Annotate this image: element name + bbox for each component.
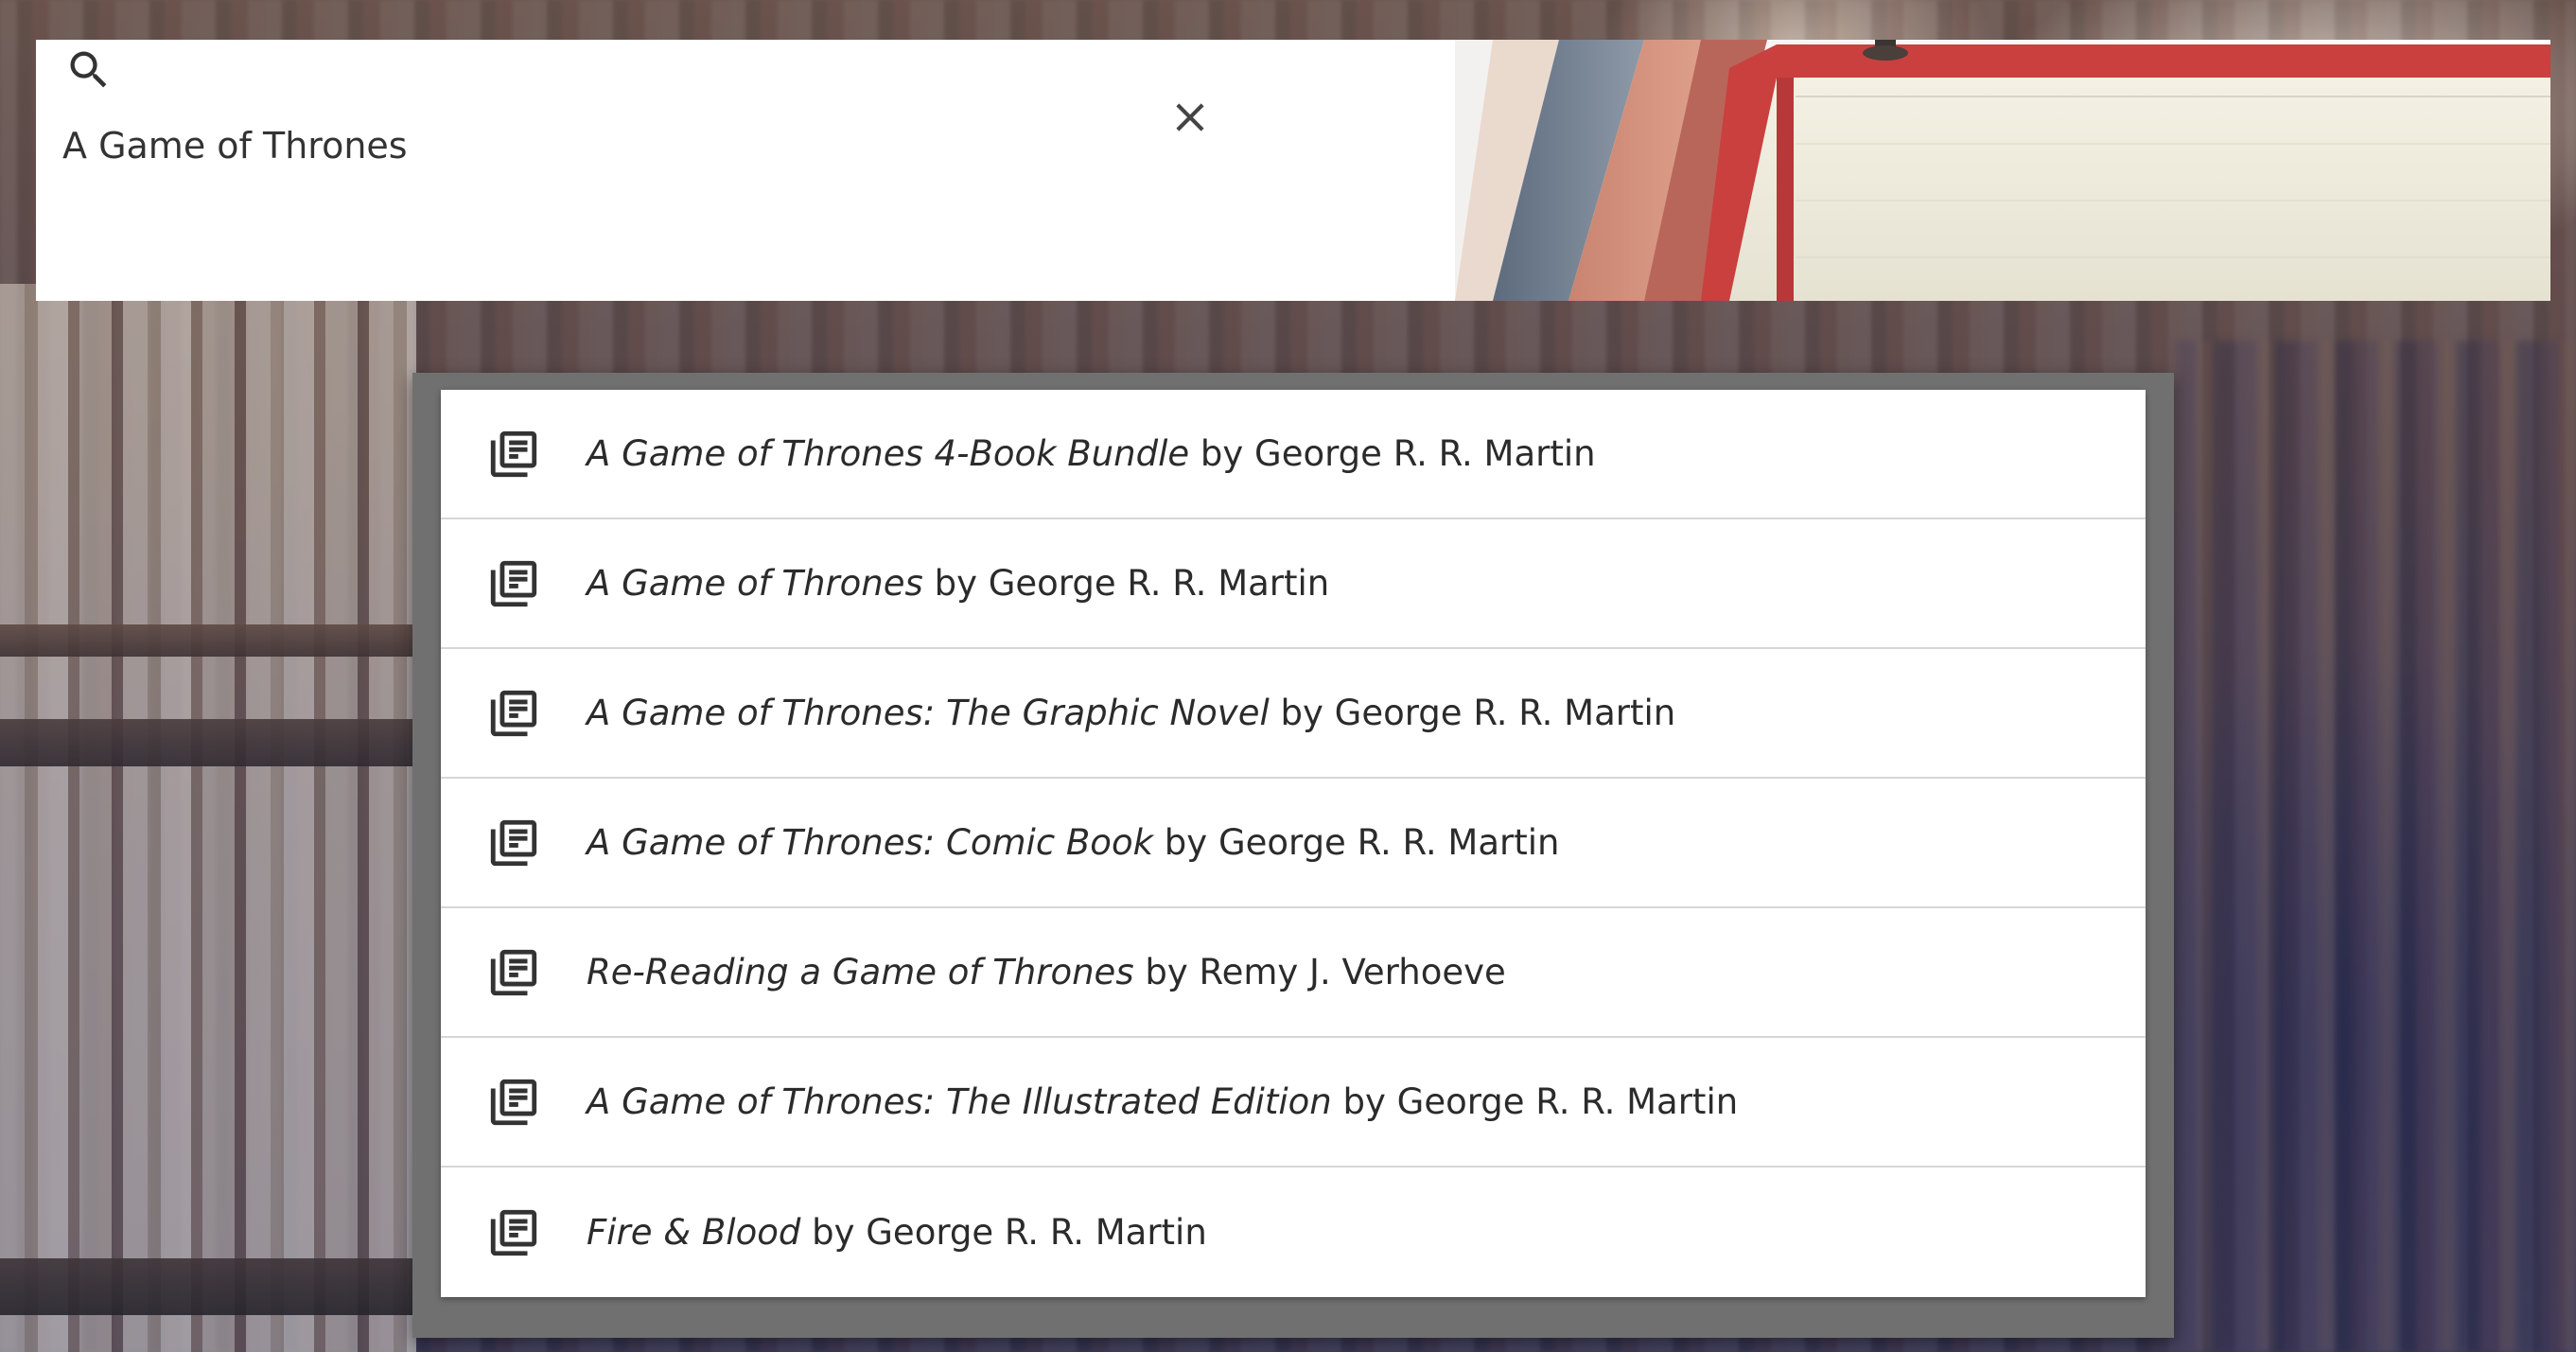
library-books-icon [490, 819, 537, 866]
result-text: Fire & Blood by George R. R. Martin [587, 1212, 1207, 1253]
search-result-item[interactable]: A Game of Thrones: The Graphic Novel by … [441, 649, 2146, 779]
search-result-item[interactable]: Fire & Blood by George R. R. Martin [441, 1168, 2146, 1297]
result-by: by [1342, 1081, 1386, 1122]
result-title: Fire & Blood [587, 1212, 801, 1253]
result-text: A Game of Thrones 4-Book Bundle by Georg… [587, 433, 1596, 474]
result-text: Re-Reading a Game of Thrones by Remy J. … [587, 952, 1506, 992]
result-text: A Game of Thrones by George R. R. Martin [587, 563, 1329, 604]
result-text: A Game of Thrones: The Illustrated Editi… [587, 1081, 1738, 1122]
result-author: George R. R. Martin [1334, 693, 1676, 733]
library-books-icon [490, 560, 537, 606]
result-by: by [1145, 952, 1188, 992]
result-author: George R. R. Martin [1254, 433, 1596, 474]
result-title: A Game of Thrones 4-Book Bundle [587, 433, 1190, 474]
result-title: A Game of Thrones: The Illustrated Editi… [587, 1081, 1332, 1122]
search-results-panel: A Game of Thrones 4-Book Bundle by Georg… [412, 373, 2174, 1338]
result-author: George R. R. Martin [988, 563, 1330, 604]
result-text: A Game of Thrones: The Graphic Novel by … [587, 693, 1675, 733]
library-books-icon [490, 949, 537, 995]
library-books-icon [490, 1079, 537, 1125]
header-book-image [1455, 40, 2550, 301]
shelf-board [0, 1258, 416, 1315]
library-books-icon [490, 1209, 537, 1255]
shelf-board [0, 624, 416, 657]
result-author: George R. R. Martin [1396, 1081, 1739, 1122]
result-author: Remy J. Verhoeve [1199, 952, 1506, 992]
search-results-list: A Game of Thrones 4-Book Bundle by Georg… [441, 390, 2146, 1297]
search-input[interactable] [62, 98, 1103, 193]
clear-search-button[interactable] [1154, 81, 1226, 153]
search-icon [70, 51, 107, 88]
result-title: Re-Reading a Game of Thrones [587, 952, 1134, 992]
search-result-item[interactable]: A Game of Thrones by George R. R. Martin [441, 519, 2146, 649]
shelf-board [0, 719, 416, 766]
result-by: by [1164, 822, 1208, 863]
left-bookshelf-image [0, 284, 416, 1352]
result-by: by [812, 1212, 855, 1253]
library-books-icon [490, 690, 537, 736]
result-title: A Game of Thrones: The Graphic Novel [587, 693, 1270, 733]
search-result-item[interactable]: A Game of Thrones 4-Book Bundle by Georg… [441, 390, 2146, 519]
search-result-item[interactable]: A Game of Thrones: Comic Book by George … [441, 779, 2146, 908]
search-header [36, 40, 2550, 301]
right-bookshelf-image [2176, 341, 2576, 1352]
result-by: by [934, 563, 977, 604]
result-text: A Game of Thrones: Comic Book by George … [587, 822, 1559, 863]
result-title: A Game of Thrones: Comic Book [587, 822, 1154, 863]
library-books-icon [490, 430, 537, 477]
search-result-item[interactable]: Re-Reading a Game of Thrones by Remy J. … [441, 908, 2146, 1038]
result-by: by [1280, 693, 1323, 733]
close-icon [1176, 103, 1204, 132]
search-result-item[interactable]: A Game of Thrones: The Illustrated Editi… [441, 1038, 2146, 1168]
result-author: George R. R. Martin [866, 1212, 1207, 1253]
result-author: George R. R. Martin [1218, 822, 1560, 863]
result-by: by [1200, 433, 1244, 474]
result-title: A Game of Thrones [587, 563, 923, 604]
